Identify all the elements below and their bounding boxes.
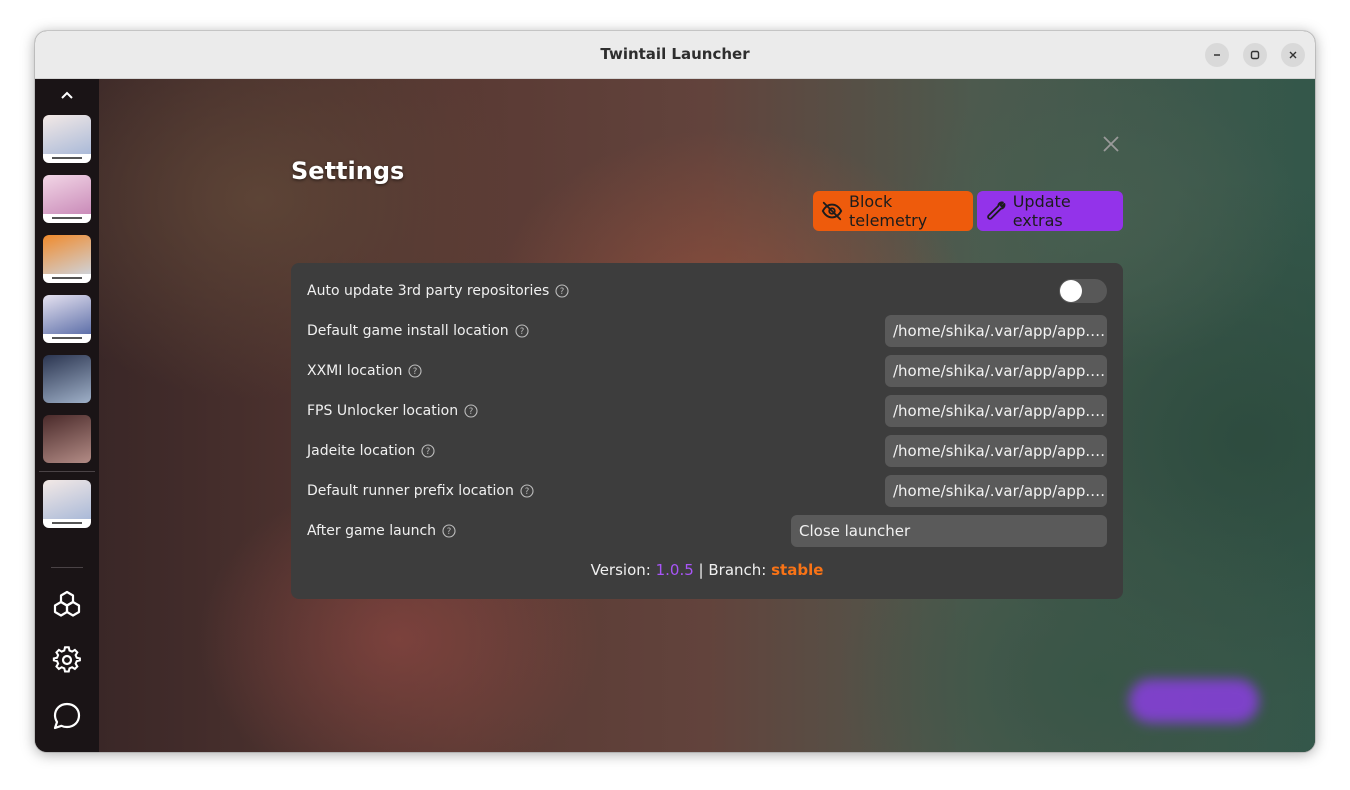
game-brand-strip bbox=[43, 154, 91, 163]
update-extras-label: Update extras bbox=[1012, 192, 1071, 230]
game-install-field[interactable]: /home/shika/.var/app/app.twintaillaunche… bbox=[885, 315, 1107, 347]
runner-prefix-field[interactable]: /home/shika/.var/app/app.twintaillaunche… bbox=[885, 475, 1107, 507]
svg-text:?: ? bbox=[525, 487, 530, 497]
jadeite-row: Jadeite location ? bbox=[307, 441, 435, 461]
svg-text:?: ? bbox=[413, 367, 418, 377]
game-item[interactable] bbox=[43, 295, 91, 343]
runner-prefix-row: Default runner prefix location ? bbox=[307, 481, 534, 501]
main-area: Settings Block telemetry Update extras A bbox=[99, 79, 1315, 752]
svg-text:?: ? bbox=[560, 287, 565, 297]
background-play-button bbox=[1129, 679, 1259, 723]
wrench-icon bbox=[987, 201, 1006, 220]
svg-text:?: ? bbox=[469, 407, 474, 417]
help-icon[interactable]: ? bbox=[515, 324, 529, 338]
svg-text:?: ? bbox=[519, 327, 524, 337]
game-thumbnail bbox=[43, 235, 91, 275]
help-icon[interactable]: ? bbox=[520, 484, 534, 498]
fps-unlocker-row: FPS Unlocker location ? bbox=[307, 401, 478, 421]
app-window: Twintail Launcher Settings Block telemet… bbox=[35, 31, 1315, 752]
close-window-button[interactable] bbox=[1281, 43, 1305, 67]
runner-prefix-label: Default runner prefix location bbox=[307, 483, 514, 499]
xxmi-row: XXMI location ? bbox=[307, 361, 422, 381]
game-item[interactable] bbox=[43, 175, 91, 223]
window-title: Twintail Launcher bbox=[600, 45, 750, 63]
branch-label: | Branch: bbox=[698, 561, 767, 579]
help-icon[interactable]: ? bbox=[421, 444, 435, 458]
fps-unlocker-label: FPS Unlocker location bbox=[307, 403, 459, 419]
game-item[interactable] bbox=[43, 115, 91, 163]
eye-off-icon bbox=[821, 201, 843, 221]
chat-bubble-icon bbox=[53, 702, 81, 730]
repositories-button[interactable] bbox=[50, 587, 84, 621]
auto-update-row: Auto update 3rd party repositories ? bbox=[307, 281, 569, 301]
gear-icon bbox=[52, 646, 81, 673]
maximize-button[interactable] bbox=[1243, 43, 1267, 67]
after-launch-row: After game launch ? bbox=[307, 521, 456, 541]
xxmi-field[interactable]: /home/shika/.var/app/app.twintaillaunche… bbox=[885, 355, 1107, 387]
svg-text:?: ? bbox=[447, 527, 452, 537]
game-thumbnail bbox=[43, 295, 91, 335]
update-extras-button[interactable]: Update extras bbox=[977, 191, 1123, 231]
help-icon[interactable]: ? bbox=[442, 524, 456, 538]
auto-update-toggle[interactable] bbox=[1059, 279, 1107, 303]
game-item[interactable] bbox=[43, 480, 91, 528]
jadeite-label: Jadeite location bbox=[307, 443, 416, 459]
game-thumbnail bbox=[43, 115, 91, 155]
close-icon bbox=[1289, 51, 1297, 59]
sidebar bbox=[35, 79, 99, 752]
version-number: 1.0.5 bbox=[655, 561, 694, 579]
game-install-label: Default game install location bbox=[307, 323, 509, 339]
after-launch-label: After game launch bbox=[307, 523, 437, 539]
scroll-up-button[interactable] bbox=[50, 81, 84, 109]
game-install-row: Default game install location ? bbox=[307, 321, 529, 341]
game-item[interactable] bbox=[43, 415, 91, 463]
block-telemetry-button[interactable]: Block telemetry bbox=[813, 191, 973, 231]
title-bar: Twintail Launcher bbox=[35, 31, 1315, 79]
xxmi-label: XXMI location bbox=[307, 363, 403, 379]
sidebar-divider bbox=[51, 567, 83, 568]
cubes-icon bbox=[53, 590, 81, 617]
svg-text:?: ? bbox=[426, 447, 431, 457]
game-brand-strip bbox=[43, 519, 91, 528]
game-item[interactable] bbox=[43, 235, 91, 283]
game-brand-strip bbox=[43, 334, 91, 343]
after-launch-select[interactable]: Close launcher bbox=[791, 515, 1107, 547]
branch-name: stable bbox=[771, 561, 824, 579]
block-telemetry-label: Block telemetry bbox=[849, 192, 928, 230]
maximize-icon bbox=[1250, 50, 1260, 60]
game-thumbnail bbox=[43, 175, 91, 215]
sidebar-divider bbox=[39, 471, 95, 472]
settings-panel: Auto update 3rd party repositories ? Def… bbox=[291, 263, 1123, 599]
help-icon[interactable]: ? bbox=[464, 404, 478, 418]
game-item[interactable] bbox=[43, 355, 91, 403]
game-thumbnail bbox=[43, 480, 91, 520]
fps-unlocker-field[interactable]: /home/shika/.var/app/app.twintaillaunche… bbox=[885, 395, 1107, 427]
version-label: Version: bbox=[590, 561, 651, 579]
game-brand-strip bbox=[43, 214, 91, 223]
game-thumbnail bbox=[43, 355, 91, 403]
jadeite-field[interactable]: /home/shika/.var/app/app.twintaillaunche… bbox=[885, 435, 1107, 467]
chevron-up-icon bbox=[61, 91, 73, 99]
help-icon[interactable]: ? bbox=[555, 284, 569, 298]
game-brand-strip bbox=[43, 274, 91, 283]
auto-update-label: Auto update 3rd party repositories bbox=[307, 283, 550, 299]
version-info: Version: 1.0.5 | Branch: stable bbox=[291, 561, 1123, 579]
chat-button[interactable] bbox=[50, 699, 84, 733]
close-settings-icon[interactable] bbox=[1101, 134, 1121, 154]
minimize-button[interactable] bbox=[1205, 43, 1229, 67]
help-icon[interactable]: ? bbox=[408, 364, 422, 378]
game-thumbnail bbox=[43, 415, 91, 463]
settings-title: Settings bbox=[291, 157, 405, 185]
minimize-icon bbox=[1214, 54, 1220, 56]
settings-button[interactable] bbox=[50, 643, 84, 677]
toggle-knob bbox=[1060, 280, 1082, 302]
